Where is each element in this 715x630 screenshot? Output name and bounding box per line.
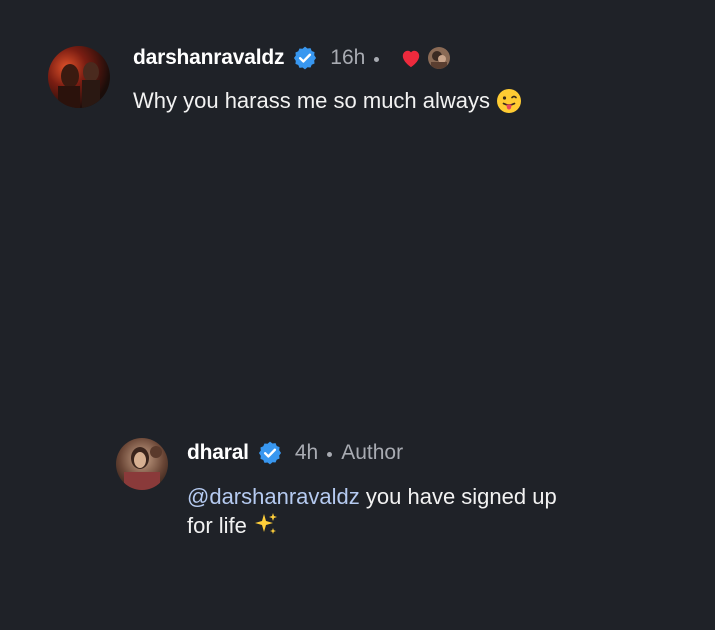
- separator-dot: [327, 451, 333, 457]
- timestamp: 16h: [330, 46, 366, 69]
- username[interactable]: dharal: [187, 441, 249, 465]
- reply-text: @darshanravaldz you have signed up for l…: [187, 482, 627, 540]
- timestamp: 4h: [294, 441, 319, 464]
- avatar-photo: [48, 46, 110, 108]
- reply-text-line2: for life: [187, 513, 247, 538]
- avatar-photo: [116, 438, 168, 490]
- mention-link[interactable]: @darshanravaldz: [187, 484, 360, 509]
- reply-header: dharal 4h Author: [187, 437, 403, 469]
- comment-darshanravaldz: darshanravaldz 16h Why you harass me so …: [0, 0, 715, 400]
- verified-badge-icon: [258, 441, 281, 465]
- face-with-tongue-icon: [497, 88, 522, 113]
- comment-header: darshanravaldz 16h: [133, 42, 451, 74]
- avatar[interactable]: [116, 438, 168, 490]
- reply-text-line1: you have signed up: [365, 484, 557, 509]
- comment-text-content: Why you harass me so much always: [133, 88, 491, 113]
- comment-text: Why you harass me so much always: [133, 86, 522, 115]
- separator-dot: [374, 56, 380, 62]
- author-liked-avatar: [428, 47, 451, 69]
- sparkles-icon: [254, 513, 277, 534]
- heart-icon: [403, 50, 420, 68]
- username[interactable]: darshanravaldz: [133, 46, 284, 70]
- verified-badge-icon: [294, 46, 317, 70]
- author-badge: Author: [341, 441, 404, 464]
- avatar[interactable]: [48, 46, 110, 108]
- reply-dharal: dharal 4h Author @darshanravaldz you hav…: [0, 400, 715, 630]
